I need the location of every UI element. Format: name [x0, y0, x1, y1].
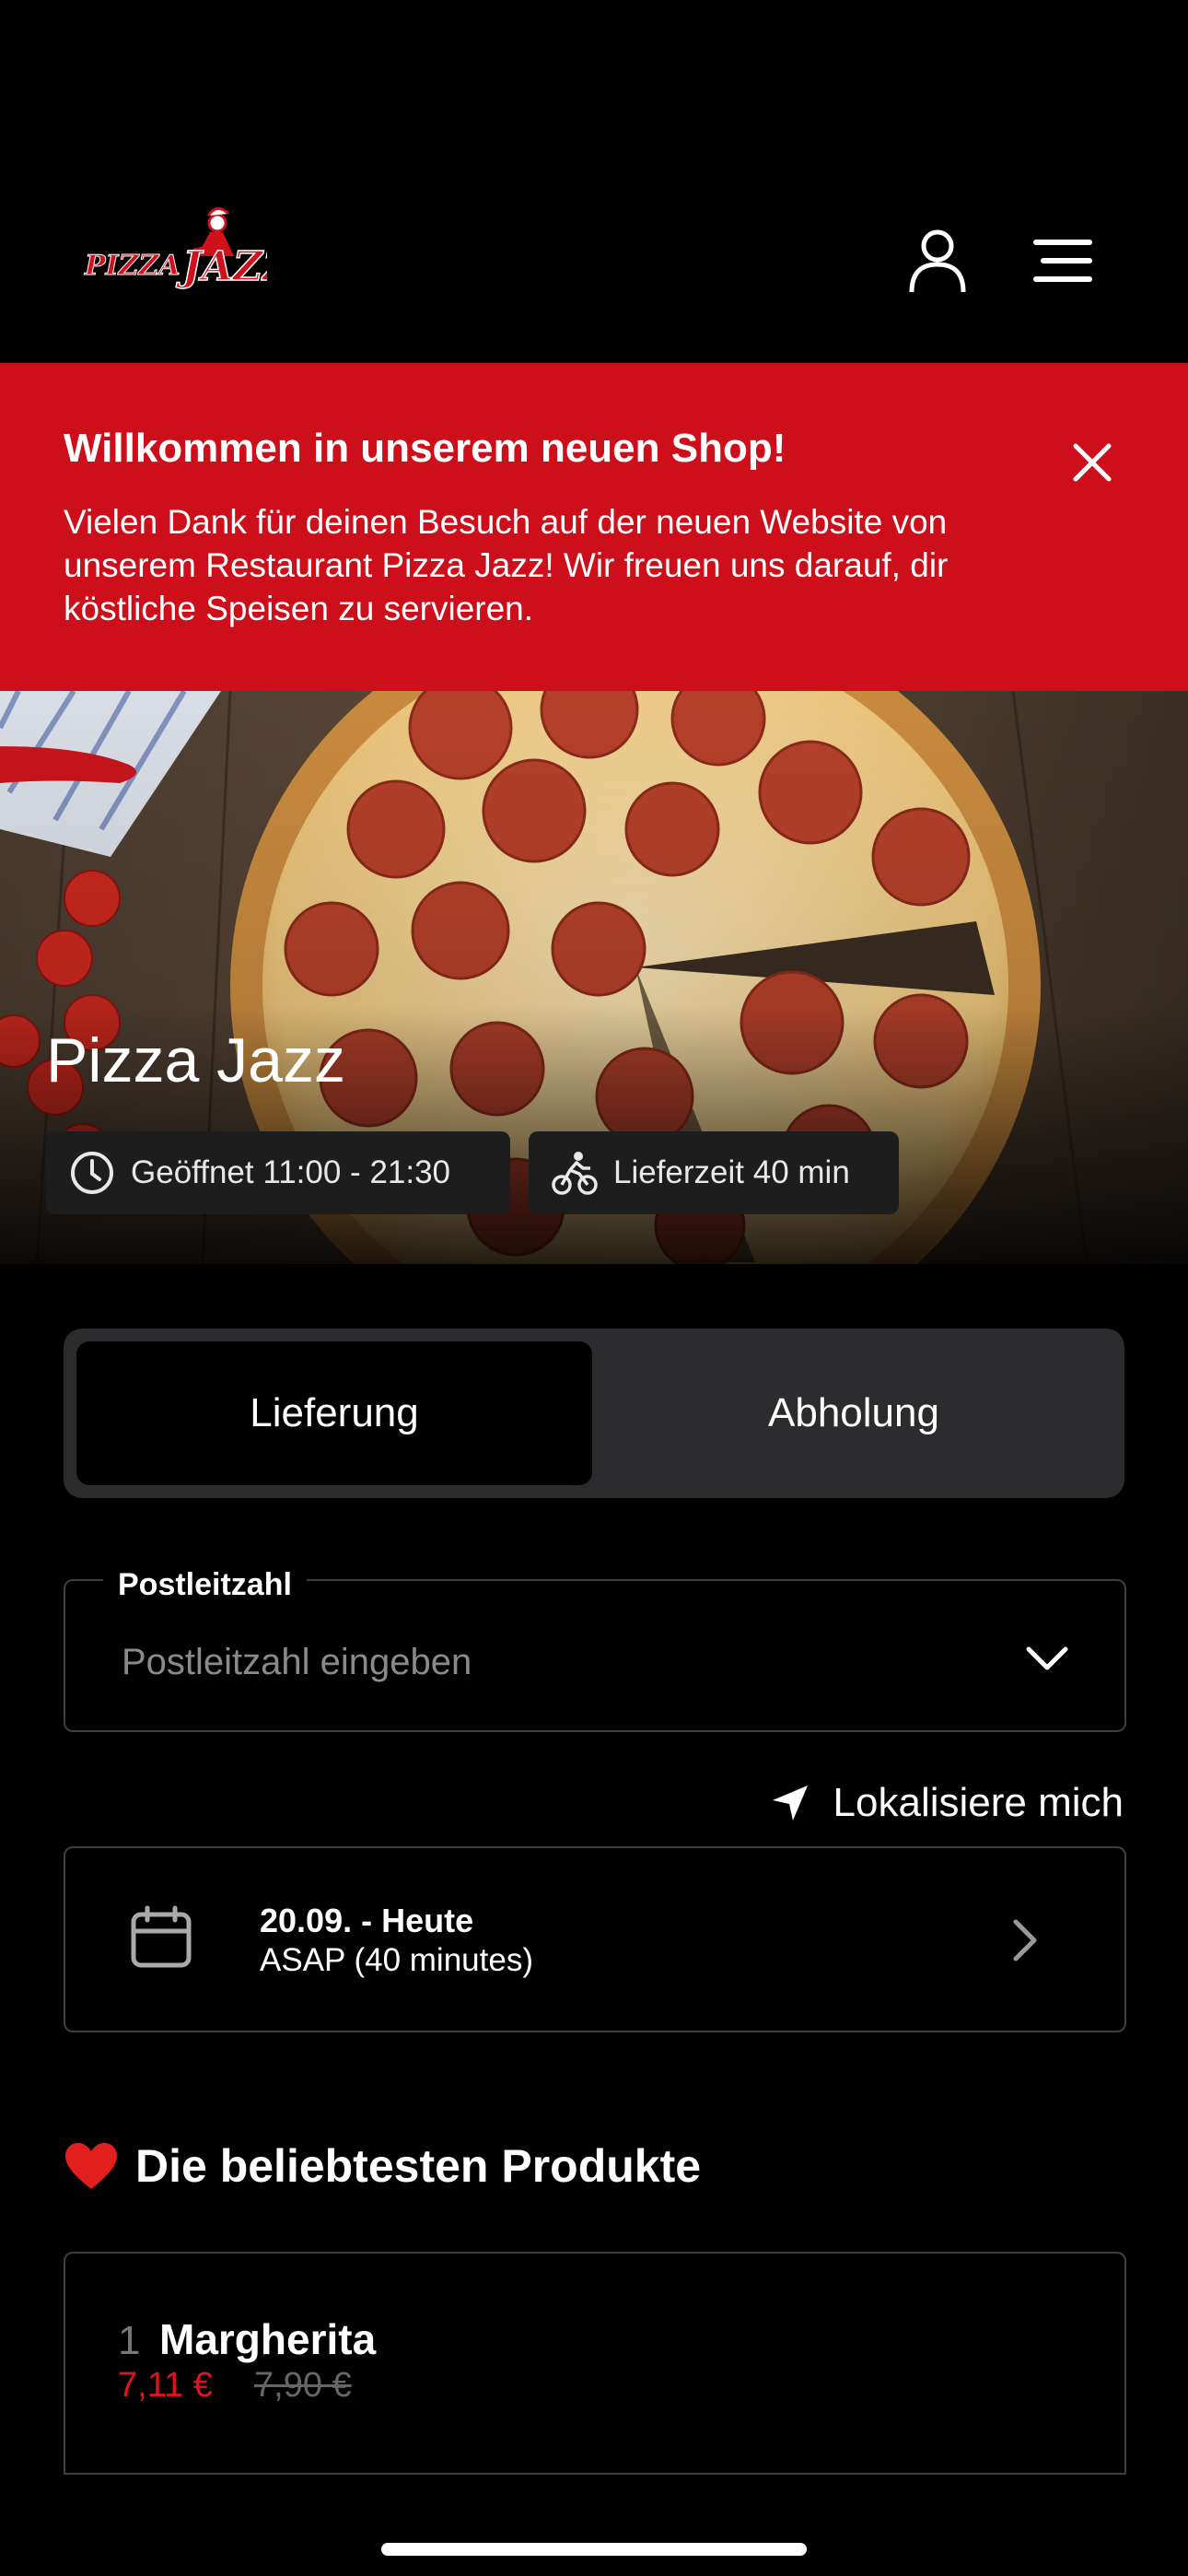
banner-text: Vielen Dank für deinen Besuch auf der ne…: [64, 503, 949, 627]
schedule-date: 20.09. - Heute: [260, 1902, 474, 1939]
home-indicator[interactable]: [381, 2543, 807, 2556]
menu-icon: [1033, 240, 1092, 282]
banner-close-button[interactable]: [1059, 429, 1125, 496]
calendar-icon: [131, 1905, 192, 1968]
popular-products-heading: Die beliebtesten Produkte: [64, 2139, 701, 2193]
svg-text:PIZZA: PIZZA: [84, 250, 181, 282]
heart-icon: [65, 2143, 117, 2189]
chevron-right-icon: [1013, 1919, 1037, 1961]
postal-code-label: Postleitzahl: [103, 1566, 307, 1603]
postal-code-input[interactable]: [122, 1634, 950, 1690]
locate-me-label: Lokalisiere mich: [833, 1780, 1124, 1825]
product-price: 7,11 €: [118, 2366, 213, 2405]
delivery-time-text: Lieferzeit 40 min: [613, 1154, 850, 1190]
locate-me-button[interactable]: Lokalisiere mich: [755, 1773, 1124, 1833]
postal-dropdown-button[interactable]: [1017, 1629, 1077, 1690]
product-rank: 1: [118, 2318, 141, 2363]
opening-hours-text: Geöffnet 11:00 - 21:30: [131, 1154, 451, 1190]
product-old-price: 7,90 €: [254, 2366, 352, 2405]
bike-icon: [552, 1152, 598, 1195]
restaurant-name: Pizza Jazz: [46, 1025, 345, 1095]
tab-abholung[interactable]: Abholung: [596, 1341, 1112, 1485]
card-divider: [64, 2473, 1124, 2475]
tab-lieferung[interactable]: Lieferung: [76, 1341, 592, 1485]
order-mode-toggle: Lieferung Abholung: [64, 1329, 1124, 1498]
app-header: [0, 0, 1188, 361]
opening-hours-chip: Geöffnet 11:00 - 21:30: [46, 1131, 510, 1214]
product-name[interactable]: Margherita: [159, 2314, 376, 2364]
chevron-down-icon: [1026, 1646, 1068, 1670]
user-icon: [909, 229, 966, 293]
schedule-chevron: [1002, 1913, 1048, 1968]
close-icon: [1073, 443, 1112, 482]
delivery-time-chip: Lieferzeit 40 min: [529, 1131, 899, 1214]
menu-button[interactable]: [1021, 219, 1104, 302]
svg-text:JAZZ: JAZZ: [176, 243, 267, 290]
pizza-jazz-logo[interactable]: PIZZA JAZZ: [83, 205, 267, 297]
clock-icon: [71, 1152, 113, 1194]
delivery-time-selector[interactable]: [64, 1846, 1126, 2032]
location-arrow-icon: [772, 1786, 808, 1821]
popular-products-title: Die beliebtesten Produkte: [135, 2140, 702, 2192]
account-button[interactable]: [896, 219, 979, 302]
banner-title: Willkommen in unserem neuen Shop!: [64, 426, 786, 471]
schedule-time: ASAP (40 minutes): [260, 1942, 533, 1978]
